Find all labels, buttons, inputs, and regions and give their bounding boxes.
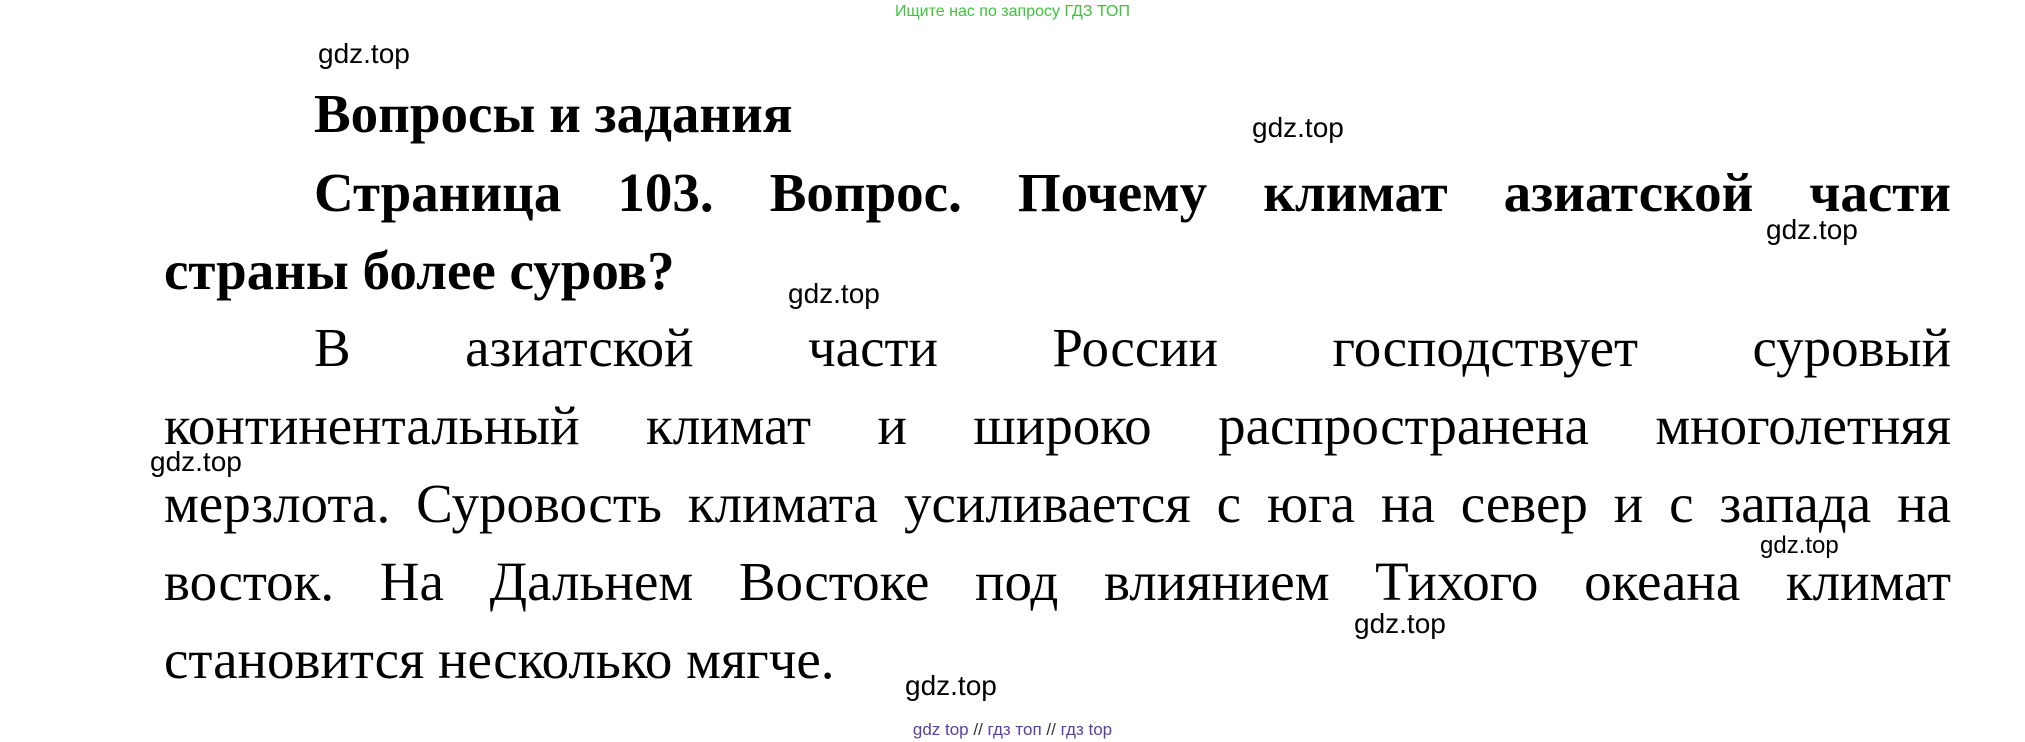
- footer-separator: //: [1046, 720, 1056, 739]
- watermark: gdz.top: [905, 670, 997, 701]
- watermark: gdz.top: [318, 38, 410, 69]
- answer-line-3: мерзлота. Суровость климата усиливается …: [164, 473, 1951, 534]
- top-banner[interactable]: Ищите нас по запросу ГДЗ ТОП: [0, 3, 2025, 21]
- watermark: gdz.top: [788, 278, 880, 309]
- answer-line-4: восток. На Дальнем Востоке под влиянием …: [164, 551, 1951, 612]
- watermark: gdz.top: [1354, 608, 1446, 639]
- footer-link-gdz-top-ru[interactable]: гдз топ: [988, 720, 1042, 739]
- answer-line-1: В азиатской части России господствует су…: [314, 317, 1951, 378]
- answer-line-2: континентальный климат и широко распрост…: [164, 395, 1951, 456]
- footer-link-gdz-top[interactable]: gdz top: [913, 720, 969, 739]
- answer-line-5: становится несколько мягче.: [164, 629, 835, 690]
- footer-links: gdz top // гдз топ // гдз top: [0, 720, 2025, 740]
- watermark: gdz.top: [1252, 112, 1344, 143]
- question-line-1: Страница 103. Вопрос. Почему климат азиа…: [314, 162, 1951, 223]
- footer-separator: //: [973, 720, 983, 739]
- question-line-2: страны более суров?: [164, 240, 675, 301]
- section-heading: Вопросы и задания: [314, 83, 793, 144]
- footer-link-gdz-top-mixed[interactable]: гдз top: [1061, 720, 1113, 739]
